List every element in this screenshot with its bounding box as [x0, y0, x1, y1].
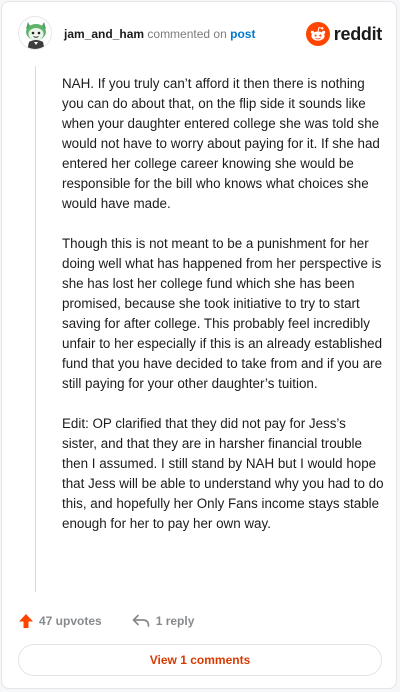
view-comments-label: View 1 comments	[149, 653, 251, 667]
snoo-avatar-icon[interactable]	[18, 16, 52, 50]
username-link[interactable]: jam_and_ham	[64, 27, 144, 41]
brand-name: reddit	[333, 23, 383, 44]
thread-line	[35, 66, 36, 592]
reddit-logo-icon	[305, 22, 330, 46]
post-link[interactable]: post	[230, 27, 255, 41]
comment-actions: 47 upvotes 1 reply	[18, 610, 194, 632]
comment-body: NAH. If you truly can’t afford it then t…	[62, 74, 384, 554]
comment-card: jam_and_ham commented on post reddit NAH…	[1, 1, 397, 689]
upvote-count: 47 upvotes	[39, 614, 102, 628]
reply-count: 1 reply	[155, 614, 195, 628]
comment-paragraph: NAH. If you truly can’t afford it then t…	[62, 76, 380, 211]
comment-header: jam_and_ham commented on post reddit	[18, 16, 382, 52]
reply-arrow-icon	[132, 614, 150, 627]
view-comments-button[interactable]: View 1 comments	[18, 644, 382, 676]
upvote-arrow-icon	[19, 614, 33, 628]
reddit-brand[interactable]: reddit	[305, 20, 383, 48]
reply-button[interactable]: 1 reply	[102, 614, 195, 628]
comment-paragraph: Edit: OP clarified that they did not pay…	[62, 416, 384, 531]
comment-meta: jam_and_ham commented on post	[64, 27, 255, 41]
upvote-button[interactable]: 47 upvotes	[18, 613, 102, 629]
action-text: commented on	[147, 27, 227, 41]
comment-paragraph: Though this is not meant to be a punishm…	[62, 236, 383, 391]
